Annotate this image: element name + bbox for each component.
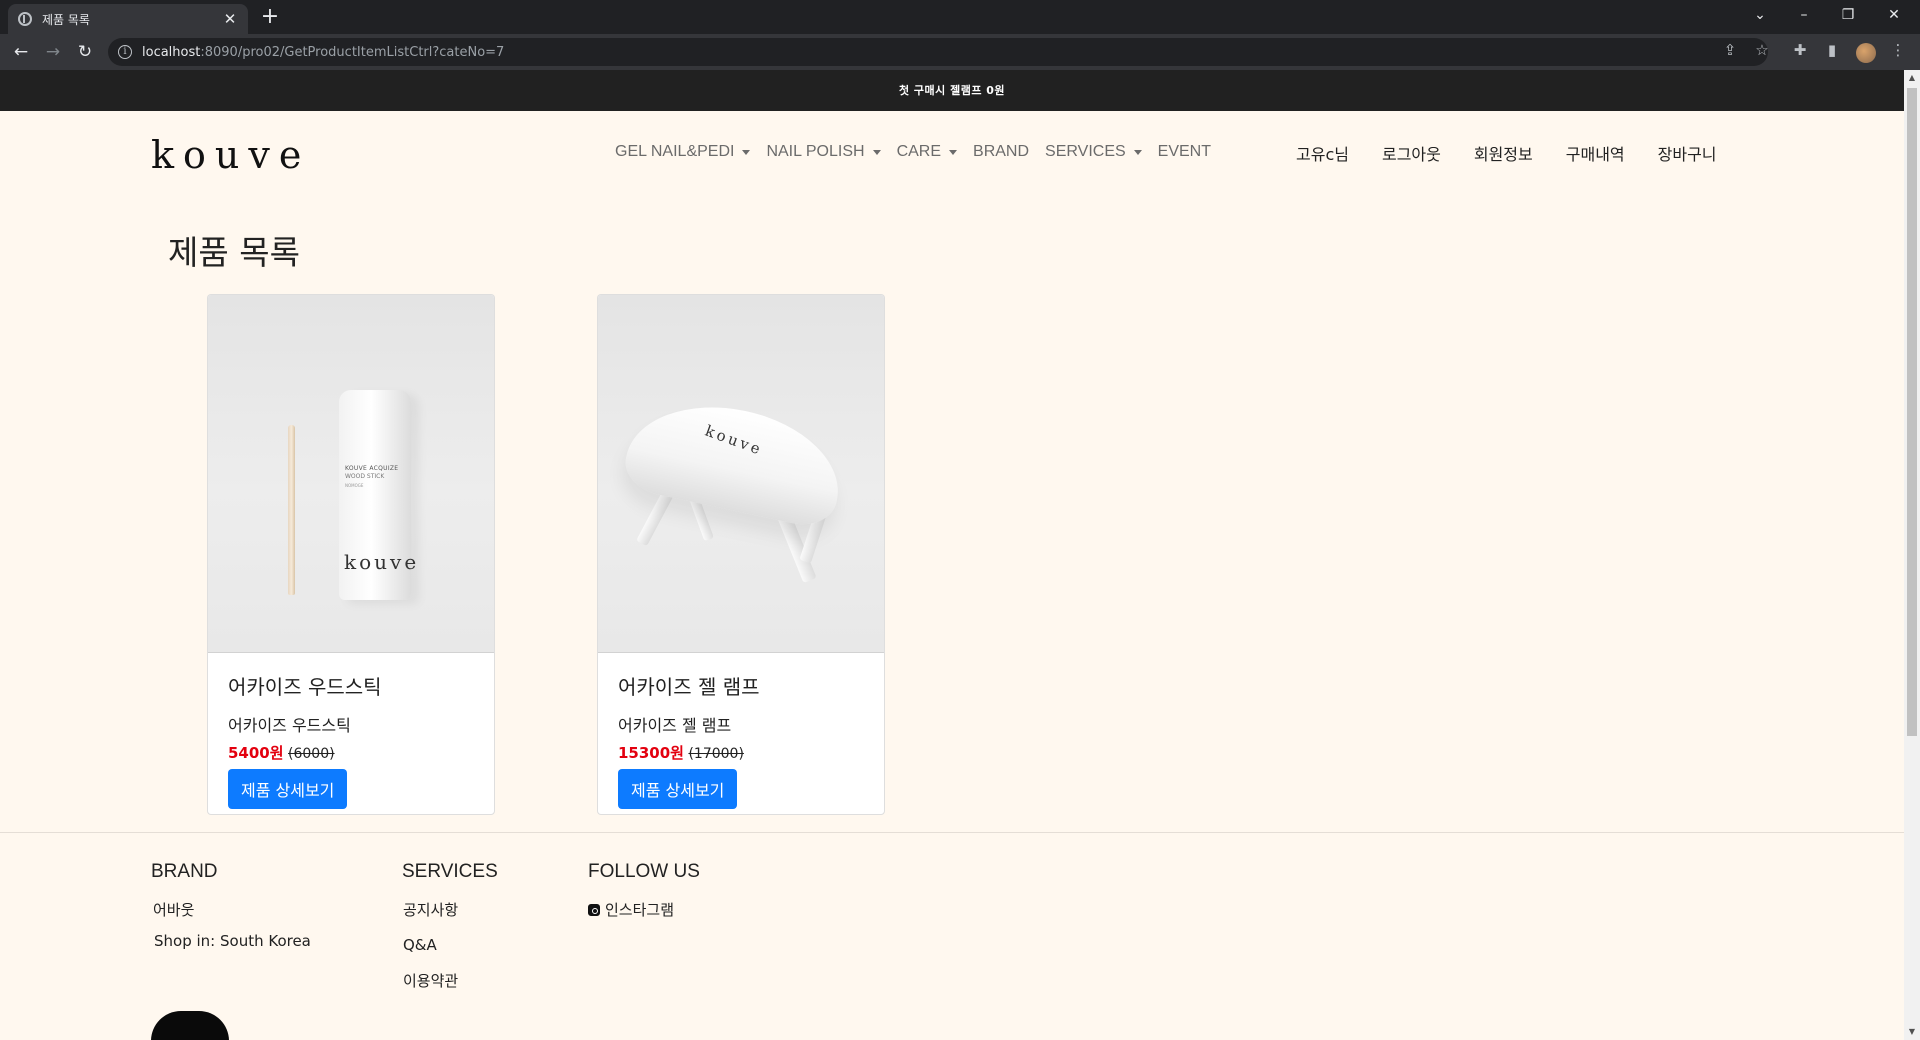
product-name: 어카이즈 우드스틱 [228, 675, 382, 699]
cart-link[interactable]: 장바구니 [1658, 141, 1717, 165]
footer-logo-mark [151, 1011, 229, 1040]
product-card-body: 어카이즈 우드스틱 어카이즈 우드스틱 5400원 (6000) 제품 상세보기 [208, 653, 494, 814]
extensions-icon[interactable]: ✚ [1790, 40, 1810, 60]
site-footer: BRAND 어바웃 Shop in: South Korea SERVICES … [0, 832, 1904, 1040]
side-panel-icon[interactable]: ▮ [1822, 40, 1842, 60]
instagram-icon [588, 904, 600, 916]
promo-banner: 첫 구매시 젤램프 0원 [0, 70, 1904, 111]
price-row: 15300원 (17000) [618, 742, 864, 763]
product-name: 어카이즈 젤 램프 [618, 675, 760, 699]
address-toolbar: ← → ↻ i localhost:8090/pro02/GetProductI… [0, 34, 1920, 70]
footer-follow-heading: FOLLOW US [588, 861, 700, 882]
footer-instagram-link[interactable]: 인스타그램 [588, 899, 700, 920]
scroll-up-icon[interactable]: ▲ [1904, 70, 1920, 86]
price-row: 5400원 (6000) [228, 742, 474, 763]
window-close-icon[interactable]: ✕ [1872, 0, 1916, 30]
tab-close-icon[interactable]: ✕ [222, 10, 238, 28]
product-card-body: 어카이즈 젤 램프 어카이즈 젤 램프 15300원 (17000) 제품 상세… [598, 653, 884, 814]
bookmark-star-icon[interactable]: ☆ [1752, 40, 1772, 60]
url-host: localhost [142, 44, 201, 60]
new-tab-button[interactable]: + [258, 5, 282, 29]
forward-icon[interactable]: → [41, 40, 65, 64]
sale-price: 5400원 [228, 744, 284, 762]
nav-care[interactable]: CARE [897, 143, 958, 161]
profile-avatar[interactable] [1856, 43, 1876, 63]
member-info-link[interactable]: 회원정보 [1474, 141, 1533, 165]
footer-services-heading: SERVICES [402, 861, 498, 882]
bottle-graphic: KOUVE ACQUIZE WOOD STICK NOMOGE kouve [339, 390, 416, 600]
logout-link[interactable]: 로그아웃 [1382, 141, 1441, 165]
globe-icon [18, 12, 32, 26]
url-path: :8090/pro02/GetProductItemListCtrl?cateN… [200, 44, 505, 60]
sale-price: 15300원 [618, 744, 684, 762]
product-description: 어카이즈 젤 램프 [618, 716, 732, 735]
footer-qna-link[interactable]: Q&A [403, 936, 498, 954]
restore-icon[interactable]: ❐ [1826, 0, 1870, 30]
scrollbar-thumb[interactable] [1907, 88, 1917, 736]
product-detail-button[interactable]: 제품 상세보기 [228, 769, 348, 809]
purchase-history-link[interactable]: 구매내역 [1566, 141, 1625, 165]
nav-event[interactable]: EVENT [1158, 143, 1211, 161]
nav-services[interactable]: SERVICES [1045, 143, 1142, 161]
reload-icon[interactable]: ↻ [73, 40, 97, 64]
user-greeting-link[interactable]: 고유c님 [1296, 141, 1349, 165]
page-title: 제품 목록 [168, 233, 300, 272]
caret-down-icon [1133, 149, 1142, 155]
site-logo[interactable]: kouve [151, 133, 310, 177]
caret-down-icon [872, 149, 881, 155]
product-card: kouve 어카이즈 젤 램프 어카이즈 젤 램프 15300원 (17000)… [597, 294, 885, 815]
browser-tab-strip: 제품 목록 ✕ + ⌄ – ❐ ✕ [0, 0, 1920, 34]
site-header: kouve GEL NAIL&PEDI NAIL POLISH CARE BRA… [0, 111, 1904, 199]
minimize-icon[interactable]: – [1782, 0, 1826, 30]
scroll-down-icon[interactable]: ▼ [1904, 1024, 1920, 1040]
footer-brand-heading: BRAND [151, 861, 218, 882]
footer-terms-link[interactable]: 이용약관 [403, 970, 498, 991]
footer-services-column: SERVICES 공지사항 Q&A 이용약관 [402, 861, 498, 1007]
footer-notice-link[interactable]: 공지사항 [403, 899, 498, 920]
main-nav: GEL NAIL&PEDI NAIL POLISH CARE BRAND SER… [615, 143, 1227, 161]
footer-follow-column: FOLLOW US 인스타그램 [588, 861, 700, 936]
product-image-gel-lamp[interactable]: kouve [598, 295, 884, 653]
nav-nail-polish[interactable]: NAIL POLISH [766, 143, 881, 161]
address-bar[interactable]: i localhost:8090/pro02/GetProductItemLis… [108, 38, 1768, 66]
caret-down-icon [949, 149, 958, 155]
page-scrollbar[interactable]: ▲ ▼ [1904, 70, 1920, 1040]
page-viewport: 첫 구매시 젤램프 0원 kouve GEL NAIL&PEDI NAIL PO… [0, 70, 1904, 1040]
site-info-icon[interactable]: i [118, 45, 132, 59]
tab-search-icon[interactable]: ⌄ [1738, 0, 1782, 30]
product-card: KOUVE ACQUIZE WOOD STICK NOMOGE kouve 어카… [207, 294, 495, 815]
footer-shop-region[interactable]: Shop in: South Korea [154, 932, 311, 950]
nav-brand[interactable]: BRAND [973, 143, 1029, 161]
wood-stick-graphic [288, 425, 295, 595]
original-price: (6000) [288, 746, 335, 762]
product-detail-button[interactable]: 제품 상세보기 [618, 769, 738, 809]
product-description: 어카이즈 우드스틱 [228, 716, 351, 735]
back-icon[interactable]: ← [9, 40, 33, 64]
user-nav: 고유c님 로그아웃 회원정보 구매내역 장바구니 [1296, 141, 1750, 165]
footer-about-link[interactable]: 어바웃 [153, 899, 311, 920]
tab-title: 제품 목록 [42, 12, 90, 27]
menu-icon[interactable]: ⋮ [1888, 40, 1908, 60]
product-image-wood-stick[interactable]: KOUVE ACQUIZE WOOD STICK NOMOGE kouve [208, 295, 494, 653]
footer-brand-column: BRAND 어바웃 Shop in: South Korea [151, 861, 311, 966]
original-price: (17000) [688, 746, 744, 762]
browser-tab[interactable]: 제품 목록 ✕ [8, 4, 248, 34]
caret-down-icon [742, 149, 751, 155]
share-icon[interactable]: ⇪ [1720, 40, 1740, 60]
nav-gel-nail-pedi[interactable]: GEL NAIL&PEDI [615, 143, 751, 161]
